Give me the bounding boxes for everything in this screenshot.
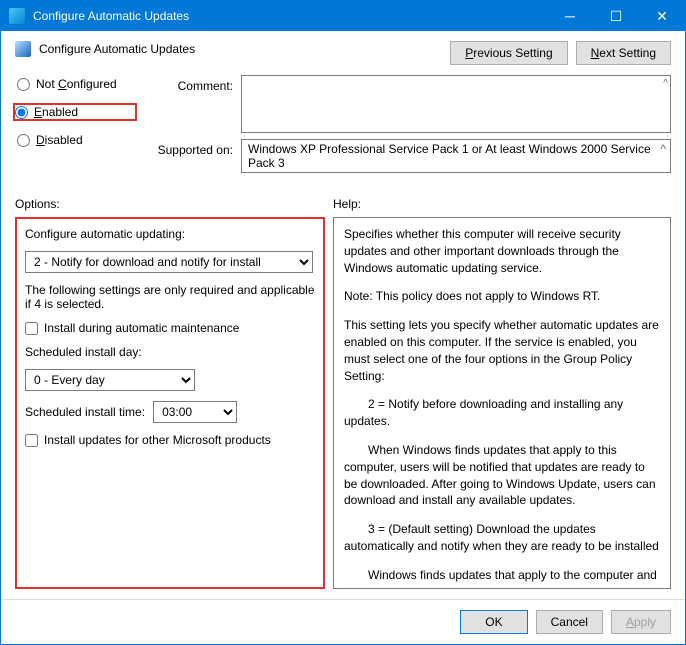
window-icon: [9, 8, 25, 24]
help-text: Specifies whether this computer will rec…: [344, 226, 660, 276]
install-other-products-label: Install updates for other Microsoft prod…: [44, 433, 271, 447]
options-note: The following settings are only required…: [25, 283, 315, 311]
settings-icon: [15, 41, 31, 57]
help-heading: Help:: [333, 197, 361, 211]
options-heading: Options:: [15, 197, 333, 211]
radio-enabled[interactable]: Enabled: [13, 103, 137, 121]
help-panel[interactable]: Specifies whether this computer will rec…: [333, 217, 671, 589]
help-text: Note: This policy does not apply to Wind…: [344, 288, 660, 305]
maximize-button[interactable]: ☐: [593, 1, 639, 31]
install-time-label: Scheduled install time:: [25, 405, 145, 419]
configure-updating-select[interactable]: 2 - Notify for download and notify for i…: [25, 251, 313, 273]
install-other-products-checkbox[interactable]: Install updates for other Microsoft prod…: [25, 433, 315, 447]
configure-updating-label: Configure automatic updating:: [25, 227, 315, 241]
ok-button[interactable]: OK: [460, 610, 527, 634]
install-day-label: Scheduled install day:: [25, 345, 315, 359]
close-button[interactable]: ✕: [639, 1, 685, 31]
install-day-select[interactable]: 0 - Every day: [25, 369, 195, 391]
help-text: This setting lets you specify whether au…: [344, 317, 660, 384]
help-text: 2 = Notify before downloading and instal…: [344, 396, 660, 430]
help-text: When Windows finds updates that apply to…: [344, 442, 660, 509]
radio-enabled-input[interactable]: [15, 106, 28, 119]
radio-not-configured-input[interactable]: [17, 78, 30, 91]
comment-label: Comment:: [143, 75, 233, 93]
install-time-select[interactable]: 03:00: [153, 401, 237, 423]
radio-disabled-input[interactable]: [17, 134, 30, 147]
next-setting-button[interactable]: Next Setting: [576, 41, 671, 65]
apply-button[interactable]: Apply: [611, 610, 671, 634]
supported-on-box: Windows XP Professional Service Pack 1 o…: [241, 139, 671, 173]
radio-not-configured[interactable]: Not Configured: [15, 75, 135, 93]
page-title: Configure Automatic Updates: [39, 42, 195, 56]
install-maintenance-input[interactable]: [25, 322, 38, 335]
supported-label: Supported on:: [143, 139, 233, 157]
comment-textbox[interactable]: ^: [241, 75, 671, 133]
supported-on-text: Windows XP Professional Service Pack 1 o…: [248, 142, 664, 170]
radio-disabled[interactable]: Disabled: [15, 131, 135, 149]
help-text: Windows finds updates that apply to the …: [344, 567, 660, 584]
scroll-up-icon: ^: [660, 142, 666, 156]
install-maintenance-checkbox[interactable]: Install during automatic maintenance: [25, 321, 315, 335]
options-panel: Configure automatic updating: 2 - Notify…: [15, 217, 325, 589]
window-title: Configure Automatic Updates: [33, 9, 547, 23]
help-text: 3 = (Default setting) Download the updat…: [344, 521, 660, 555]
cancel-button[interactable]: Cancel: [536, 610, 603, 634]
install-other-products-input[interactable]: [25, 434, 38, 447]
scroll-up-icon: ^: [663, 78, 668, 89]
minimize-button[interactable]: ─: [547, 1, 593, 31]
previous-setting-button[interactable]: Previous Setting: [450, 41, 567, 65]
install-maintenance-label: Install during automatic maintenance: [44, 321, 239, 335]
